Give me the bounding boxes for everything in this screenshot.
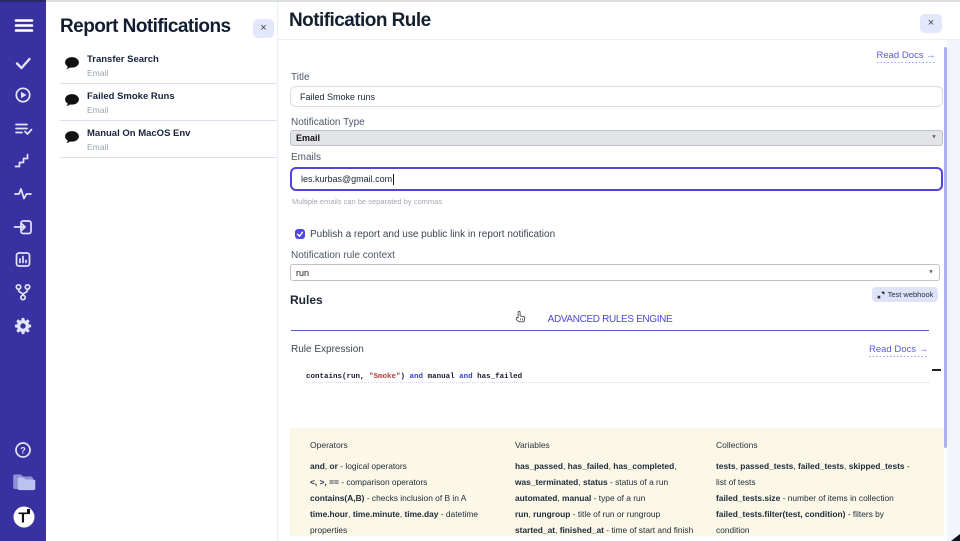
svg-text:T: T: [18, 510, 27, 527]
svg-text:?: ?: [20, 446, 26, 456]
